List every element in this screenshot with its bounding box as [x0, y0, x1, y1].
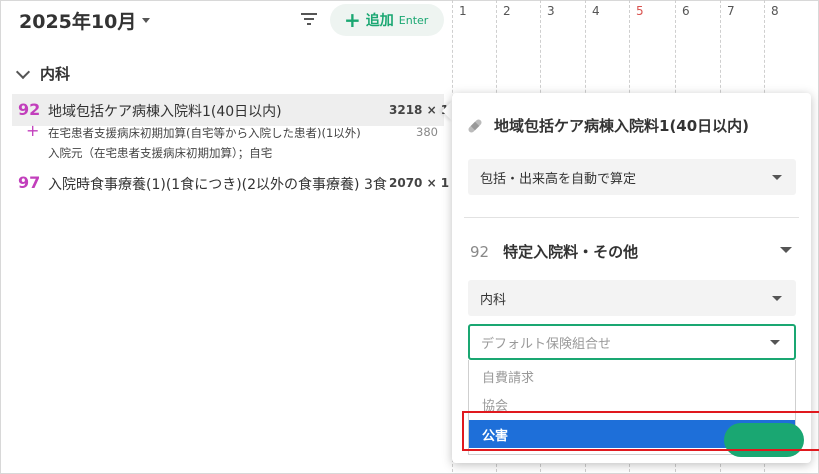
plus-icon: + [26, 121, 40, 140]
department-select-value: 内科 [480, 292, 507, 308]
caret-down-icon[interactable] [780, 247, 792, 253]
floating-action-button[interactable] [724, 423, 804, 457]
row-name: 入院時食事療養(1)(1食につき)(2以外の食事療養) 3食 [48, 177, 387, 193]
section-toggle[interactable]: 92 特定入院料・その他 [470, 241, 638, 262]
insurance-combination-select[interactable]: デフォルト保険組合せ [468, 324, 796, 360]
day-number-sunday: 5 [636, 4, 644, 18]
order-detail-popover: 地域包括ケア病棟入院料1(40日以内) 包括・出来高を自動で算定 92 特定入院… [452, 93, 811, 463]
day-number: 6 [682, 4, 690, 18]
day-number: 3 [547, 4, 555, 18]
plus-icon: + [344, 8, 361, 32]
chevron-down-icon [15, 64, 31, 79]
month-label: 2025年10月 [19, 11, 137, 33]
divider [464, 217, 799, 218]
day-number: 2 [503, 4, 511, 18]
caret-down-icon [772, 296, 782, 301]
department-select[interactable]: 内科 [468, 280, 796, 316]
option-label: 公害 [482, 428, 509, 444]
option-label: 協会 [482, 398, 509, 414]
row-code: 97 [18, 173, 41, 192]
sub-item-points: 380 [416, 125, 438, 139]
add-shortcut-hint: Enter [398, 13, 429, 27]
day-number: 8 [771, 4, 779, 18]
calc-mode-select[interactable]: 包括・出来高を自動で算定 [468, 159, 796, 195]
day-number: 4 [592, 4, 600, 18]
caret-down-icon [770, 340, 780, 345]
row-name: 地域包括ケア病棟入院料1(40日以内) [48, 104, 282, 120]
option-label: 自費請求 [482, 370, 535, 386]
insurance-placeholder: デフォルト保険組合せ [481, 336, 612, 352]
row-code: 92 [18, 100, 41, 119]
row-points: 3218 × 1 [389, 103, 450, 117]
row-points: 2070 × 1 [389, 176, 450, 190]
department-toggle[interactable]: 内科 [15, 63, 71, 84]
popover-header: 地域包括ケア病棟入院料1(40日以内) [466, 115, 749, 136]
department-label: 内科 [40, 65, 71, 83]
day-number: 7 [727, 4, 735, 18]
bandage-icon [468, 118, 482, 133]
filter-icon[interactable] [300, 11, 318, 27]
caret-down-icon [142, 18, 151, 23]
caret-down-icon [772, 175, 782, 180]
day-number: 1 [459, 4, 467, 18]
add-button-label: 追加 [365, 13, 394, 29]
month-selector[interactable]: 2025年10月 [19, 7, 151, 34]
popover-title: 地域包括ケア病棟入院料1(40日以内) [494, 117, 750, 135]
section-code: 92 [470, 242, 490, 261]
dropdown-option[interactable]: 自費請求 [469, 362, 795, 390]
section-label: 特定入院料・その他 [503, 243, 639, 261]
dropdown-option[interactable]: 協会 [469, 390, 795, 418]
sub-item-name[interactable]: 在宅患者支援病床初期加算(自宅等から入院した患者)(1以外) [48, 125, 361, 141]
calc-mode-value: 包括・出来高を自動で算定 [480, 171, 637, 187]
add-button[interactable]: + 追加 Enter [330, 4, 444, 36]
sub-item-detail[interactable]: 入院元（在宅患者支援病床初期加算）；自宅 [48, 145, 272, 161]
